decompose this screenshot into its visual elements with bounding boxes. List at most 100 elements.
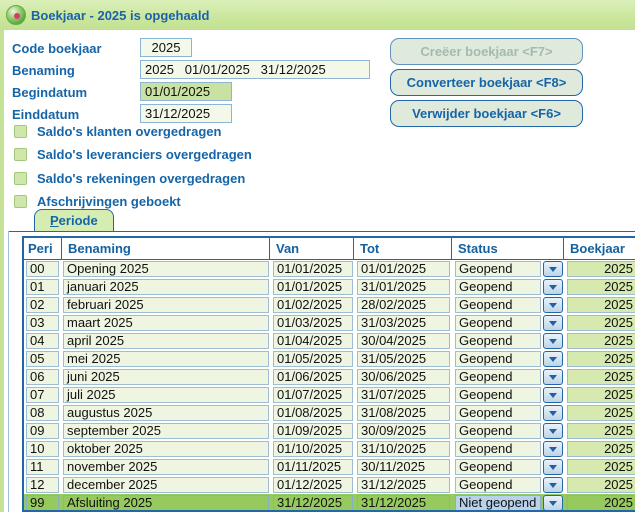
period-from-cell[interactable]: 01/12/2025 [273, 477, 353, 493]
period-code-cell[interactable]: 99 [26, 495, 59, 511]
benaming-field[interactable]: 2025 01/01/2025 31/12/2025 [140, 60, 370, 79]
code-boekjaar-field[interactable]: 2025 [140, 38, 192, 57]
status-dropdown-button[interactable] [543, 261, 563, 277]
period-year-cell[interactable]: 2025 [567, 423, 635, 439]
period-to-cell[interactable]: 31/08/2025 [357, 405, 450, 421]
status-dropdown-button[interactable] [543, 369, 563, 385]
table-row[interactable]: 01 januari 2025 01/01/2025 31/01/2025 Ge… [24, 278, 635, 296]
period-year-cell[interactable]: 2025 [567, 279, 635, 295]
period-code-cell[interactable]: 05 [26, 351, 59, 367]
period-name-cell[interactable]: november 2025 [63, 459, 269, 475]
status-dropdown-button[interactable] [543, 405, 563, 421]
status-dropdown-button[interactable] [543, 495, 563, 511]
table-row[interactable]: 00 Opening 2025 01/01/2025 01/01/2025 Ge… [24, 260, 635, 278]
period-name-cell[interactable]: februari 2025 [63, 297, 269, 313]
period-year-cell[interactable]: 2025 [567, 369, 635, 385]
period-status-cell[interactable]: Geopend [455, 423, 541, 439]
period-status-cell[interactable]: Geopend [455, 351, 541, 367]
period-name-cell[interactable]: maart 2025 [63, 315, 269, 331]
table-row[interactable]: 05 mei 2025 01/05/2025 31/05/2025 Geopen… [24, 350, 635, 368]
period-code-cell[interactable]: 10 [26, 441, 59, 457]
period-year-cell[interactable]: 2025 [567, 441, 635, 457]
period-to-cell[interactable]: 31/05/2025 [357, 351, 450, 367]
status-dropdown-button[interactable] [543, 279, 563, 295]
period-name-cell[interactable]: Afsluiting 2025 [63, 495, 269, 511]
period-name-cell[interactable]: april 2025 [63, 333, 269, 349]
tab-periode[interactable]: Periode [34, 209, 114, 232]
table-row[interactable]: 09 september 2025 01/09/2025 30/09/2025 … [24, 422, 635, 440]
period-year-cell[interactable]: 2025 [567, 351, 635, 367]
period-name-cell[interactable]: september 2025 [63, 423, 269, 439]
period-from-cell[interactable]: 01/01/2025 [273, 279, 353, 295]
period-status-cell[interactable]: Geopend [455, 315, 541, 331]
period-from-cell[interactable]: 01/03/2025 [273, 315, 353, 331]
period-to-cell[interactable]: 30/11/2025 [357, 459, 450, 475]
period-code-cell[interactable]: 07 [26, 387, 59, 403]
period-name-cell[interactable]: juni 2025 [63, 369, 269, 385]
period-from-cell[interactable]: 01/09/2025 [273, 423, 353, 439]
period-code-cell[interactable]: 02 [26, 297, 59, 313]
status-dropdown-button[interactable] [543, 315, 563, 331]
table-row[interactable]: 12 december 2025 01/12/2025 31/12/2025 G… [24, 476, 635, 494]
period-to-cell[interactable]: 30/09/2025 [357, 423, 450, 439]
period-year-cell[interactable]: 2025 [567, 387, 635, 403]
period-from-cell[interactable]: 01/05/2025 [273, 351, 353, 367]
period-from-cell[interactable]: 01/06/2025 [273, 369, 353, 385]
status-dropdown-button[interactable] [543, 297, 563, 313]
period-code-cell[interactable]: 08 [26, 405, 59, 421]
period-year-cell[interactable]: 2025 [567, 459, 635, 475]
period-status-cell[interactable]: Geopend [455, 459, 541, 475]
table-row[interactable]: 07 juli 2025 01/07/2025 31/07/2025 Geope… [24, 386, 635, 404]
period-year-cell[interactable]: 2025 [567, 495, 635, 511]
saldos-rekeningen-checkbox[interactable] [14, 172, 27, 185]
period-to-cell[interactable]: 30/06/2025 [357, 369, 450, 385]
status-dropdown-button[interactable] [543, 459, 563, 475]
table-row[interactable]: 99 Afsluiting 2025 31/12/2025 31/12/2025… [24, 494, 635, 512]
afschrijvingen-checkbox[interactable] [14, 195, 27, 208]
period-from-cell[interactable]: 01/11/2025 [273, 459, 353, 475]
period-to-cell[interactable]: 31/10/2025 [357, 441, 450, 457]
period-status-cell[interactable]: Geopend [455, 441, 541, 457]
period-status-cell[interactable]: Geopend [455, 369, 541, 385]
period-status-cell[interactable]: Geopend [455, 333, 541, 349]
period-status-cell[interactable]: Geopend [455, 261, 541, 277]
table-row[interactable]: 03 maart 2025 01/03/2025 31/03/2025 Geop… [24, 314, 635, 332]
period-status-cell[interactable]: Geopend [455, 477, 541, 493]
period-to-cell[interactable]: 30/04/2025 [357, 333, 450, 349]
period-code-cell[interactable]: 01 [26, 279, 59, 295]
period-from-cell[interactable]: 01/10/2025 [273, 441, 353, 457]
period-from-cell[interactable]: 01/02/2025 [273, 297, 353, 313]
period-year-cell[interactable]: 2025 [567, 315, 635, 331]
period-code-cell[interactable]: 06 [26, 369, 59, 385]
period-code-cell[interactable]: 03 [26, 315, 59, 331]
period-name-cell[interactable]: oktober 2025 [63, 441, 269, 457]
einddatum-field[interactable]: 31/12/2025 [140, 104, 232, 123]
table-row[interactable]: 11 november 2025 01/11/2025 30/11/2025 G… [24, 458, 635, 476]
period-status-cell[interactable]: Geopend [455, 387, 541, 403]
saldos-klanten-checkbox[interactable] [14, 125, 27, 138]
table-row[interactable]: 10 oktober 2025 01/10/2025 31/10/2025 Ge… [24, 440, 635, 458]
period-status-cell[interactable]: Geopend [455, 297, 541, 313]
table-row[interactable]: 06 juni 2025 01/06/2025 30/06/2025 Geope… [24, 368, 635, 386]
creeer-boekjaar-button[interactable]: Creëer boekjaar <F7> [390, 38, 583, 65]
status-dropdown-button[interactable] [543, 477, 563, 493]
period-name-cell[interactable]: Opening 2025 [63, 261, 269, 277]
period-name-cell[interactable]: mei 2025 [63, 351, 269, 367]
period-year-cell[interactable]: 2025 [567, 297, 635, 313]
begindatum-field[interactable]: 01/01/2025 [140, 82, 232, 101]
period-name-cell[interactable]: juli 2025 [63, 387, 269, 403]
period-from-cell[interactable]: 01/04/2025 [273, 333, 353, 349]
status-dropdown-button[interactable] [543, 387, 563, 403]
period-code-cell[interactable]: 00 [26, 261, 59, 277]
period-year-cell[interactable]: 2025 [567, 333, 635, 349]
status-dropdown-button[interactable] [543, 423, 563, 439]
table-row[interactable]: 02 februari 2025 01/02/2025 28/02/2025 G… [24, 296, 635, 314]
period-name-cell[interactable]: januari 2025 [63, 279, 269, 295]
period-to-cell[interactable]: 31/12/2025 [357, 495, 450, 511]
status-dropdown-button[interactable] [543, 351, 563, 367]
period-to-cell[interactable]: 31/12/2025 [357, 477, 450, 493]
table-row[interactable]: 04 april 2025 01/04/2025 30/04/2025 Geop… [24, 332, 635, 350]
period-to-cell[interactable]: 01/01/2025 [357, 261, 450, 277]
period-year-cell[interactable]: 2025 [567, 405, 635, 421]
status-dropdown-button[interactable] [543, 333, 563, 349]
